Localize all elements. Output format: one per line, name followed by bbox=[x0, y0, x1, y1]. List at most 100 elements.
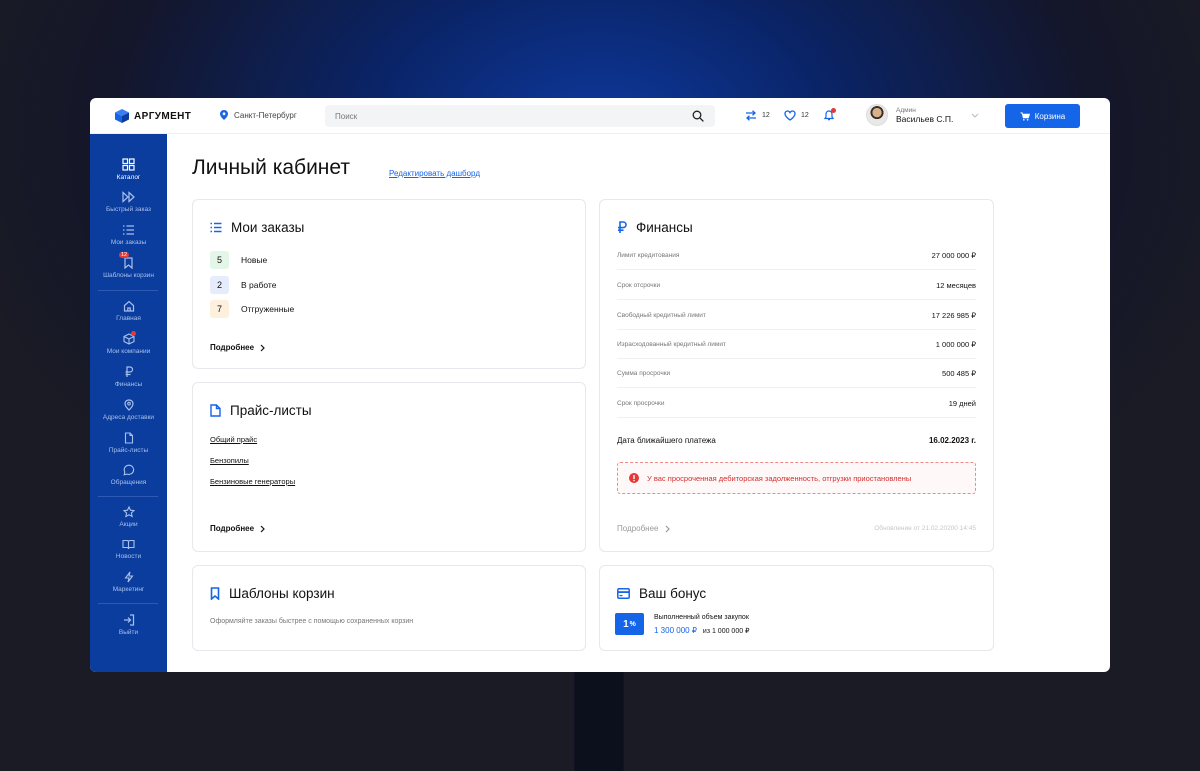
bonus-card-title: Ваш бонус bbox=[617, 586, 706, 601]
sidebar-item-label: Адреса доставки bbox=[102, 414, 155, 421]
sidebar-item-label: Обращения bbox=[110, 479, 147, 486]
finance-card: Финансы Лимит кредитования 27 000 000 ₽ … bbox=[599, 199, 994, 552]
order-status-label: Отгруженные bbox=[241, 304, 295, 314]
more-label: Подробнее bbox=[210, 524, 255, 533]
logo[interactable]: АРГУМЕНТ bbox=[114, 108, 191, 124]
finance-row-value: 19 дней bbox=[948, 398, 976, 408]
list-icon bbox=[123, 225, 134, 235]
notification-dot bbox=[831, 108, 836, 113]
home-icon bbox=[123, 300, 134, 312]
chevron-right-icon bbox=[260, 525, 265, 532]
cart-icon bbox=[1020, 111, 1030, 121]
book-icon bbox=[122, 539, 135, 550]
sidebar-item-delivery-addresses[interactable]: Адреса доставки bbox=[90, 399, 167, 421]
sidebar-divider bbox=[98, 603, 158, 604]
bonus-progress: 1 300 000 ₽ из 1 000 000 ₽ bbox=[654, 626, 750, 635]
finance-row-label: Сумма просрочки bbox=[617, 369, 671, 377]
templates-title-text: Шаблоны корзин bbox=[229, 586, 335, 601]
sidebar-item-requests[interactable]: Обращения bbox=[90, 464, 167, 486]
orders-more-link[interactable]: Подробнее bbox=[210, 343, 265, 352]
favorites-button[interactable]: 12 bbox=[784, 110, 809, 121]
logout-icon bbox=[123, 614, 134, 626]
finance-card-title: Финансы bbox=[617, 220, 693, 235]
cube-logo-icon bbox=[115, 109, 129, 123]
cart-label: Корзина bbox=[1034, 111, 1066, 121]
credit-card-icon bbox=[617, 588, 630, 599]
sidebar-item-cart-templates[interactable]: 12 Шаблоны корзин bbox=[90, 252, 167, 279]
city-selector[interactable]: Санкт-Петербург bbox=[220, 110, 297, 120]
app-window: АРГУМЕНТ Санкт-Петербург 12 12 bbox=[90, 98, 1110, 672]
alert-icon bbox=[629, 473, 639, 483]
overdue-alert: У вас просроченная дебиторская задолженн… bbox=[617, 462, 976, 494]
cart-templates-card: Шаблоны корзин Оформляйте заказы быстрее… bbox=[192, 565, 586, 651]
finance-row-value: 27 000 000 ₽ bbox=[931, 250, 976, 260]
order-status-in-progress[interactable]: 2 В работе bbox=[210, 276, 276, 294]
sidebar-item-home[interactable]: Главная bbox=[90, 300, 167, 322]
price-list-link[interactable]: Общий прайс bbox=[210, 435, 257, 444]
user-menu[interactable]: Админ Васильев С.П. bbox=[866, 104, 979, 126]
bonus-target: из 1 000 000 ₽ bbox=[702, 628, 750, 635]
price-lists-title-text: Прайс-листы bbox=[230, 403, 312, 418]
finance-more-link[interactable]: Подробнее bbox=[617, 524, 670, 533]
finance-updated: Обновление от 21.02.20200 14:45 bbox=[874, 525, 976, 532]
fast-forward-icon bbox=[122, 191, 135, 203]
sidebar-item-label: Быстрый заказ bbox=[106, 206, 151, 213]
order-status-shipped[interactable]: 7 Отгруженные bbox=[210, 300, 294, 318]
finance-row: Лимит кредитования 27 000 000 ₽ bbox=[617, 241, 976, 270]
price-list-link[interactable]: Бензиновые генераторы bbox=[210, 477, 295, 486]
orders-title-text: Мои заказы bbox=[231, 220, 305, 235]
sidebar-item-marketing[interactable]: Маркетинг bbox=[90, 571, 167, 593]
edit-dashboard-link[interactable]: Редактировать дашборд bbox=[389, 169, 480, 178]
orders-card: Мои заказы 5 Новые 2 В работе 7 Отгружен… bbox=[192, 199, 586, 369]
avatar bbox=[866, 104, 888, 126]
search-icon[interactable] bbox=[692, 110, 704, 122]
next-payment-label: Дата ближайшего платежа bbox=[617, 436, 716, 445]
cart-button[interactable]: Корзина bbox=[1005, 104, 1080, 128]
compare-arrows-icon bbox=[746, 110, 756, 121]
more-label: Подробнее bbox=[617, 524, 659, 533]
search-input[interactable] bbox=[325, 105, 715, 127]
order-count: 2 bbox=[210, 276, 229, 294]
compare-count: 12 bbox=[762, 112, 770, 119]
star-icon bbox=[122, 506, 135, 518]
templates-description: Оформляйте заказы быстрее с помощью сохр… bbox=[210, 618, 414, 625]
sidebar-item-finance[interactable]: Финансы bbox=[90, 366, 167, 388]
finance-row: Срок просрочки 19 дней bbox=[617, 389, 976, 418]
notifications-button[interactable] bbox=[824, 108, 836, 121]
finance-row-value: 17 226 985 ₽ bbox=[931, 310, 976, 320]
document-icon bbox=[210, 404, 221, 417]
notification-dot bbox=[131, 331, 136, 336]
compare-button[interactable]: 12 bbox=[745, 110, 770, 121]
alert-text: У вас просроченная дебиторская задолженн… bbox=[647, 473, 912, 483]
sidebar-divider bbox=[98, 496, 158, 497]
sidebar-item-news[interactable]: Новости bbox=[90, 539, 167, 560]
bonus-percent-badge: 1% bbox=[615, 613, 644, 635]
city-name: Санкт-Петербург bbox=[234, 110, 297, 120]
ruble-icon bbox=[125, 366, 133, 377]
finance-row-label: Срок просрочки bbox=[617, 399, 665, 407]
sidebar-item-logout[interactable]: Выйти bbox=[90, 614, 167, 636]
order-count: 7 bbox=[210, 300, 229, 318]
sidebar-item-label: Каталог bbox=[116, 174, 141, 181]
sidebar-item-my-orders[interactable]: Мои заказы bbox=[90, 224, 167, 246]
user-name: Васильев С.П. bbox=[896, 113, 954, 124]
more-label: Подробнее bbox=[210, 343, 255, 352]
sidebar-item-my-companies[interactable]: Мои компании bbox=[90, 331, 167, 355]
order-status-new[interactable]: 5 Новые bbox=[210, 251, 267, 269]
sidebar-item-catalog[interactable]: Каталог bbox=[90, 158, 167, 181]
bonus-current: 1 300 000 ₽ bbox=[654, 626, 697, 635]
bookmark-icon bbox=[124, 257, 133, 269]
sidebar-item-quick-order[interactable]: Быстрый заказ bbox=[90, 191, 167, 213]
sidebar-item-price-lists[interactable]: Прайс-листы bbox=[90, 432, 167, 454]
page-title: Личный кабинет bbox=[192, 156, 350, 179]
sidebar-item-label: Мои компании bbox=[106, 348, 151, 355]
finance-row: Срок отсрочки 12 месяцев bbox=[617, 271, 976, 300]
price-list-link[interactable]: Бензопилы bbox=[210, 456, 249, 465]
sidebar-item-promotions[interactable]: Акции bbox=[90, 506, 167, 528]
finance-row-label: Свободный кредитный лимит bbox=[617, 311, 706, 319]
finance-row-label: Срок отсрочки bbox=[617, 281, 661, 289]
background-shadow bbox=[575, 672, 623, 771]
finance-footer: Подробнее Обновление от 21.02.20200 14:4… bbox=[617, 524, 976, 533]
sidebar-item-label: Маркетинг bbox=[112, 586, 145, 593]
price-lists-more-link[interactable]: Подробнее bbox=[210, 524, 265, 533]
